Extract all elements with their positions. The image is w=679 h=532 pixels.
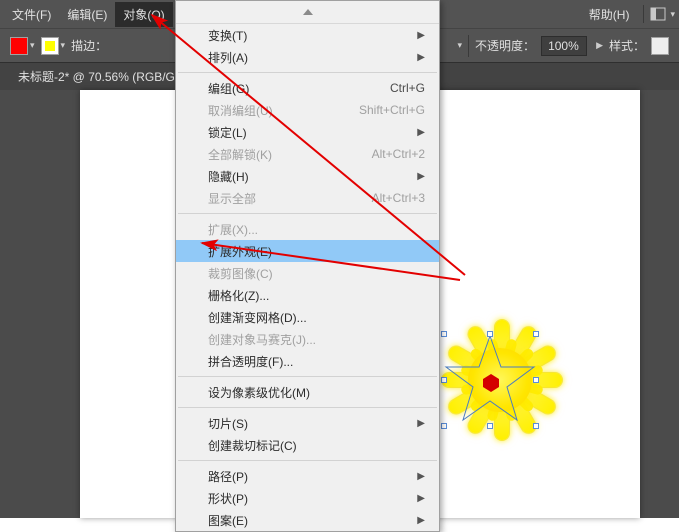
chevron-down-icon[interactable]: ▾ <box>458 40 463 51</box>
menu-item-label: 设为像素级优化(M) <box>208 384 425 401</box>
menu-item[interactable]: 创建裁切标记(C) <box>176 434 439 456</box>
style-swatch[interactable] <box>651 37 669 55</box>
separator <box>468 35 469 57</box>
menu-item[interactable]: 设为像素级优化(M) <box>176 381 439 403</box>
menu-item-label: 创建渐变网格(D)... <box>208 309 425 326</box>
chevron-down-icon: ▾ <box>61 40 66 51</box>
menu-item[interactable]: 锁定(L) ▶ <box>176 121 439 143</box>
chevron-right-icon[interactable]: ▶ <box>596 40 603 51</box>
submenu-arrow-icon: ▶ <box>417 127 425 138</box>
menu-file[interactable]: 文件(F) <box>4 2 59 27</box>
menu-item[interactable]: 路径(P) ▶ <box>176 465 439 487</box>
menu-item[interactable]: 栅格化(Z)... <box>176 284 439 306</box>
handle[interactable] <box>533 423 539 429</box>
center-polygon <box>482 374 500 392</box>
submenu-arrow-icon: ▶ <box>417 171 425 182</box>
menu-help[interactable]: 帮助(H) <box>581 2 638 27</box>
menu-item-shortcut: Shift+Ctrl+G <box>359 103 425 117</box>
handle[interactable] <box>441 377 447 383</box>
menu-item-label: 锁定(L) <box>208 124 411 141</box>
menu-item-label: 扩展外观(E) <box>208 243 425 260</box>
menu-separator <box>178 460 437 461</box>
menu-item[interactable]: 图案(E) ▶ <box>176 509 439 531</box>
menu-item-label: 裁剪图像(C) <box>208 265 425 282</box>
handle[interactable] <box>487 331 493 337</box>
menu-object[interactable]: 对象(O) <box>115 2 172 27</box>
menu-separator <box>178 376 437 377</box>
menu-item: 显示全部Alt+Ctrl+3 <box>176 187 439 209</box>
menu-item[interactable]: 切片(S) ▶ <box>176 412 439 434</box>
menu-item[interactable]: 创建渐变网格(D)... <box>176 306 439 328</box>
opacity-input[interactable]: 100% <box>541 36 587 56</box>
handle[interactable] <box>487 423 493 429</box>
menu-scroll-up[interactable] <box>176 1 439 24</box>
menu-edit[interactable]: 编辑(E) <box>59 2 115 27</box>
menu-item[interactable]: 拼合透明度(F)... <box>176 350 439 372</box>
menu-item-shortcut: Ctrl+G <box>390 81 425 95</box>
menu-separator <box>178 407 437 408</box>
menu-item-shortcut: Alt+Ctrl+2 <box>372 147 425 161</box>
menu-item-label: 全部解锁(K) <box>208 146 372 163</box>
menu-item[interactable]: 形状(P) ▶ <box>176 487 439 509</box>
submenu-arrow-icon: ▶ <box>417 493 425 504</box>
opacity-label: 不透明度： <box>475 37 535 54</box>
menu-item-label: 创建裁切标记(C) <box>208 437 425 454</box>
menu-item: 全部解锁(K)Alt+Ctrl+2 <box>176 143 439 165</box>
submenu-arrow-icon: ▶ <box>417 30 425 41</box>
chevron-down-icon: ▾ <box>30 40 35 51</box>
menu-item: 裁剪图像(C) <box>176 262 439 284</box>
stroke-swatch[interactable]: ▾ <box>41 37 66 55</box>
menu-item[interactable]: 扩展外观(E) <box>176 240 439 262</box>
menu-item-label: 路径(P) <box>208 468 411 485</box>
divider <box>643 5 644 23</box>
handle[interactable] <box>441 331 447 337</box>
submenu-arrow-icon: ▶ <box>417 515 425 526</box>
handle[interactable] <box>533 331 539 337</box>
menu-item-label: 拼合透明度(F)... <box>208 353 425 370</box>
menu-item-label: 形状(P) <box>208 490 411 507</box>
style-label: 样式： <box>609 37 645 54</box>
menu-separator <box>178 213 437 214</box>
chevron-down-icon: ▾ <box>670 9 675 20</box>
menu-item: 创建对象马赛克(J)... <box>176 328 439 350</box>
menu-item-label: 排列(A) <box>208 49 411 66</box>
menu-item-label: 扩展(X)... <box>208 221 425 238</box>
menu-item-label: 显示全部 <box>208 190 372 207</box>
fill-swatch[interactable]: ▾ <box>10 37 35 55</box>
submenu-arrow-icon: ▶ <box>417 418 425 429</box>
menu-item-label: 切片(S) <box>208 415 411 432</box>
menu-item[interactable]: 编组(G)Ctrl+G <box>176 77 439 99</box>
selection-bounding-box[interactable] <box>444 334 536 426</box>
submenu-arrow-icon: ▶ <box>417 471 425 482</box>
menu-item[interactable]: 隐藏(H) ▶ <box>176 165 439 187</box>
menu-item: 取消编组(U)Shift+Ctrl+G <box>176 99 439 121</box>
menu-item-label: 编组(G) <box>208 80 390 97</box>
menu-item[interactable]: 变换(T) ▶ <box>176 24 439 46</box>
handle[interactable] <box>533 377 539 383</box>
handle[interactable] <box>441 423 447 429</box>
menu-item[interactable]: 排列(A) ▶ <box>176 46 439 68</box>
document-tab[interactable]: 未标题-2* @ 70.56% (RGB/G <box>10 64 183 89</box>
menu-separator <box>178 72 437 73</box>
menu-item-label: 变换(T) <box>208 27 411 44</box>
stroke-label: 描边： <box>71 37 107 54</box>
object-menu-dropdown: 变换(T)▶排列(A)▶编组(G)Ctrl+G取消编组(U)Shift+Ctrl… <box>175 0 440 532</box>
menu-item: 扩展(X)... <box>176 218 439 240</box>
menu-item-label: 取消编组(U) <box>208 102 359 119</box>
menu-item-label: 栅格化(Z)... <box>208 287 425 304</box>
menu-item-label: 创建对象马赛克(J)... <box>208 331 425 348</box>
menu-item-label: 隐藏(H) <box>208 168 411 185</box>
menu-item-shortcut: Alt+Ctrl+3 <box>372 191 425 205</box>
menu-item-label: 图案(E) <box>208 512 411 529</box>
submenu-arrow-icon: ▶ <box>417 52 425 63</box>
view-mode-icons[interactable]: ▾ <box>650 7 675 21</box>
